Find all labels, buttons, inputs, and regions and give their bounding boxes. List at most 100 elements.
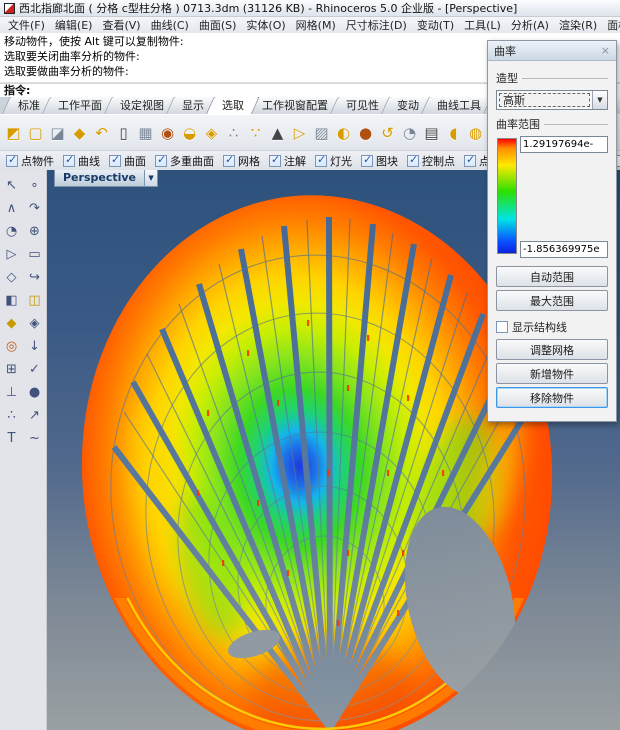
- toolbar-tab[interactable]: 曲线工具: [429, 97, 489, 114]
- menu-item[interactable]: 曲线(C): [147, 17, 193, 33]
- circle-icon[interactable]: ◔: [2, 221, 22, 242]
- remove-objects-button[interactable]: 移除物件: [496, 387, 608, 408]
- trim-icon[interactable]: ⊥: [2, 382, 22, 403]
- select-points-icon[interactable]: ◩: [3, 120, 24, 146]
- select-annotations-icon[interactable]: ∵: [245, 120, 266, 146]
- select-polysurfaces-icon[interactable]: ◆: [69, 120, 90, 146]
- menu-item[interactable]: 面板(P): [603, 17, 620, 33]
- close-icon[interactable]: ×: [601, 45, 610, 56]
- filter-points[interactable]: 点物件: [6, 153, 54, 169]
- filter-lights[interactable]: 灯光: [315, 153, 352, 169]
- point-icon[interactable]: ∘: [25, 175, 45, 196]
- filter-control-points[interactable]: 控制点: [407, 153, 455, 169]
- select-point-clouds-icon[interactable]: ∴: [223, 120, 244, 146]
- sphere-icon[interactable]: ◈: [25, 313, 45, 334]
- menu-item[interactable]: 文件(F): [4, 17, 49, 33]
- select-blocks-icon[interactable]: ◈: [201, 120, 222, 146]
- select-hatches-icon[interactable]: ▨: [311, 120, 332, 146]
- menu-item[interactable]: 尺寸标注(D): [342, 17, 411, 33]
- filter-blocks[interactable]: 图块: [361, 153, 398, 169]
- select-lights-icon[interactable]: ▲: [267, 120, 288, 146]
- select-dots-icon[interactable]: ●: [355, 120, 376, 146]
- split-icon[interactable]: ●: [25, 382, 45, 403]
- select-curve-region-icon[interactable]: ◖: [443, 120, 464, 146]
- add-objects-button[interactable]: 新增物件: [496, 363, 608, 384]
- toolbar-tab[interactable]: 工作平面: [50, 97, 110, 114]
- menu-item[interactable]: 工具(L): [460, 17, 505, 33]
- select-curves-icon[interactable]: ▢: [25, 120, 46, 146]
- select-next-icon[interactable]: ▷: [289, 120, 310, 146]
- arc-icon[interactable]: ↷: [25, 198, 45, 219]
- rectangle-icon[interactable]: ▭: [25, 244, 45, 265]
- invert-selection-icon[interactable]: ↺: [377, 120, 398, 146]
- analyze-curve-icon[interactable]: ~: [25, 428, 45, 449]
- box-icon[interactable]: ◆: [2, 313, 22, 334]
- range-max-input[interactable]: [520, 136, 608, 153]
- menu-item[interactable]: 变动(T): [413, 17, 458, 33]
- move-icon[interactable]: ↗: [25, 405, 45, 426]
- toolbar-tab[interactable]: 选取: [214, 97, 252, 114]
- show-isocurves-checkbox[interactable]: 显示结构线: [496, 319, 608, 335]
- surface-icon[interactable]: ◧: [2, 290, 22, 311]
- select-volume-icon[interactable]: ◒: [179, 120, 200, 146]
- filter-curves[interactable]: 曲线: [63, 153, 100, 169]
- pointer-icon[interactable]: ↖: [2, 175, 22, 196]
- toolbar-tab[interactable]: 工作视窗配置: [254, 97, 336, 114]
- filter-checkbox[interactable]: [223, 155, 235, 167]
- extrude-icon[interactable]: ⊞: [2, 359, 22, 380]
- adjust-mesh-button[interactable]: 调整网格: [496, 339, 608, 360]
- select-circle-icon[interactable]: ◍: [465, 120, 486, 146]
- dropdown-arrow-icon[interactable]: ▼: [592, 91, 607, 109]
- checkbox[interactable]: [496, 321, 508, 333]
- range-min-input[interactable]: [520, 241, 608, 258]
- auto-range-button[interactable]: 自动范围: [496, 266, 608, 287]
- polygon-icon[interactable]: ◇: [2, 267, 22, 288]
- select-meshes-icon[interactable]: ▦: [135, 120, 156, 146]
- undo-selection-icon[interactable]: ↶: [91, 120, 112, 146]
- filter-checkbox[interactable]: [269, 155, 281, 167]
- ellipse-icon[interactable]: ⊕: [25, 221, 45, 242]
- loft-icon[interactable]: ◫: [25, 290, 45, 311]
- menu-item[interactable]: 查看(V): [98, 17, 144, 33]
- curvature-panel-titlebar[interactable]: 曲率 ×: [488, 41, 616, 61]
- filter-checkbox[interactable]: [407, 155, 419, 167]
- filter-checkbox[interactable]: [155, 155, 167, 167]
- filter-checkbox[interactable]: [109, 155, 121, 167]
- menu-item[interactable]: 编辑(E): [51, 17, 97, 33]
- viewport-menu-arrow-icon[interactable]: ▼: [144, 170, 157, 186]
- filter-checkbox[interactable]: [315, 155, 327, 167]
- filter-meshes[interactable]: 网格: [223, 153, 260, 169]
- filter-annotations[interactable]: 注解: [269, 153, 306, 169]
- explode-icon[interactable]: ↓: [25, 336, 45, 357]
- filter-checkbox[interactable]: [464, 155, 476, 167]
- filter-checkbox[interactable]: [361, 155, 373, 167]
- select-clipping-planes-icon[interactable]: ◔: [399, 120, 420, 146]
- filter-checkbox[interactable]: [6, 155, 18, 167]
- filter-polysurfaces[interactable]: 多重曲面: [155, 153, 214, 169]
- menu-item[interactable]: 曲面(S): [195, 17, 241, 33]
- max-range-button[interactable]: 最大范围: [496, 290, 608, 311]
- select-by-color-icon[interactable]: ◉: [157, 120, 178, 146]
- menu-item[interactable]: 网格(M): [292, 17, 340, 33]
- select-last-icon[interactable]: ▯: [113, 120, 134, 146]
- menu-item[interactable]: 实体(O): [242, 17, 289, 33]
- text-icon[interactable]: T: [2, 428, 22, 449]
- menu-item[interactable]: 渲染(R): [555, 17, 601, 33]
- select-by-layer-icon[interactable]: ▤: [421, 120, 442, 146]
- point-cloud-icon[interactable]: ∴: [2, 405, 22, 426]
- toolbar-tab[interactable]: 可见性: [338, 97, 387, 114]
- style-dropdown[interactable]: 高斯 ▼: [496, 90, 608, 110]
- cone-icon[interactable]: ▷: [2, 244, 22, 265]
- filter-checkbox[interactable]: [63, 155, 75, 167]
- filter-surfaces[interactable]: 曲面: [109, 153, 146, 169]
- style-dropdown-value: 高斯: [499, 93, 590, 107]
- menu-item[interactable]: 分析(A): [507, 17, 553, 33]
- toolbar-tab[interactable]: 设定视图: [112, 97, 172, 114]
- check-icon[interactable]: ✓: [25, 359, 45, 380]
- freeform-curve-icon[interactable]: ↪: [25, 267, 45, 288]
- select-surfaces-icon[interactable]: ◪: [47, 120, 68, 146]
- select-groups-icon[interactable]: ◐: [333, 120, 354, 146]
- torus-icon[interactable]: ◎: [2, 336, 22, 357]
- viewport-tab[interactable]: Perspective ▼: [54, 170, 158, 187]
- polyline-icon[interactable]: ∧: [2, 198, 22, 219]
